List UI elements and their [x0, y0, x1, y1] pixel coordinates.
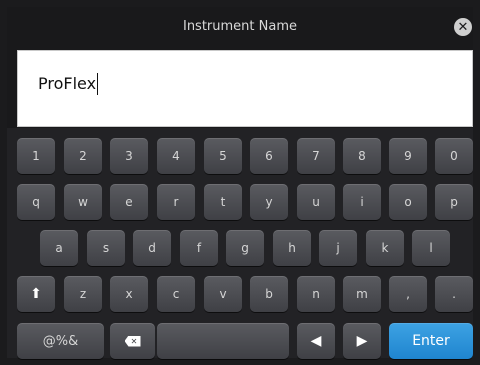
- key-s[interactable]: s: [87, 230, 125, 266]
- key-a[interactable]: a: [40, 230, 78, 266]
- key-d[interactable]: d: [133, 230, 171, 266]
- key-t[interactable]: t: [204, 184, 242, 220]
- key-r[interactable]: r: [157, 184, 195, 220]
- key-u[interactable]: u: [297, 184, 335, 220]
- keyboard-dialog: Instrument Name ✕ ProFlex 1 2 3 4 5 6 7 …: [7, 7, 473, 359]
- instrument-name-value: ProFlex: [38, 74, 97, 93]
- on-screen-keyboard: 1 2 3 4 5 6 7 8 9 0 q w e r t y u i o p …: [7, 128, 473, 359]
- key-i[interactable]: i: [343, 184, 381, 220]
- key-w[interactable]: w: [64, 184, 102, 220]
- key-n[interactable]: n: [297, 276, 335, 312]
- key-q[interactable]: q: [17, 184, 55, 220]
- key-f[interactable]: f: [180, 230, 218, 266]
- key-y[interactable]: y: [250, 184, 288, 220]
- dialog-title: Instrument Name: [182, 19, 297, 34]
- key-k[interactable]: k: [366, 230, 404, 266]
- key-o[interactable]: o: [389, 184, 427, 220]
- arrow-left-icon: ◀: [310, 333, 322, 349]
- cursor-left-key[interactable]: ◀: [297, 323, 335, 359]
- key-p[interactable]: p: [435, 184, 473, 220]
- text-caret: [97, 73, 98, 95]
- key-4[interactable]: 4: [157, 138, 195, 174]
- key-0[interactable]: 0: [435, 138, 473, 174]
- key-2[interactable]: 2: [64, 138, 102, 174]
- shift-key[interactable]: ⬆: [17, 276, 55, 312]
- key-comma[interactable]: ,: [389, 276, 427, 312]
- backspace-icon: ✕: [124, 335, 141, 347]
- key-9[interactable]: 9: [389, 138, 427, 174]
- key-8[interactable]: 8: [343, 138, 381, 174]
- shift-icon: ⬆: [30, 286, 42, 302]
- symbols-key[interactable]: @%&: [17, 323, 104, 359]
- key-v[interactable]: v: [204, 276, 242, 312]
- key-period[interactable]: .: [435, 276, 473, 312]
- arrow-right-icon: ▶: [356, 333, 368, 349]
- key-3[interactable]: 3: [110, 138, 148, 174]
- space-key[interactable]: [157, 323, 289, 359]
- cursor-right-key[interactable]: ▶: [343, 323, 381, 359]
- key-z[interactable]: z: [64, 276, 102, 312]
- close-icon[interactable]: ✕: [454, 18, 472, 36]
- key-m[interactable]: m: [343, 276, 381, 312]
- key-6[interactable]: 6: [250, 138, 288, 174]
- key-7[interactable]: 7: [297, 138, 335, 174]
- key-e[interactable]: e: [110, 184, 148, 220]
- key-l[interactable]: l: [412, 230, 450, 266]
- key-5[interactable]: 5: [204, 138, 242, 174]
- key-x[interactable]: x: [110, 276, 148, 312]
- enter-button[interactable]: Enter: [389, 323, 473, 359]
- key-j[interactable]: j: [319, 230, 357, 266]
- key-1[interactable]: 1: [17, 138, 55, 174]
- key-c[interactable]: c: [157, 276, 195, 312]
- key-h[interactable]: h: [273, 230, 311, 266]
- instrument-name-field[interactable]: ProFlex: [17, 50, 473, 127]
- backspace-key[interactable]: ✕: [110, 323, 155, 359]
- key-b[interactable]: b: [250, 276, 288, 312]
- key-g[interactable]: g: [226, 230, 264, 266]
